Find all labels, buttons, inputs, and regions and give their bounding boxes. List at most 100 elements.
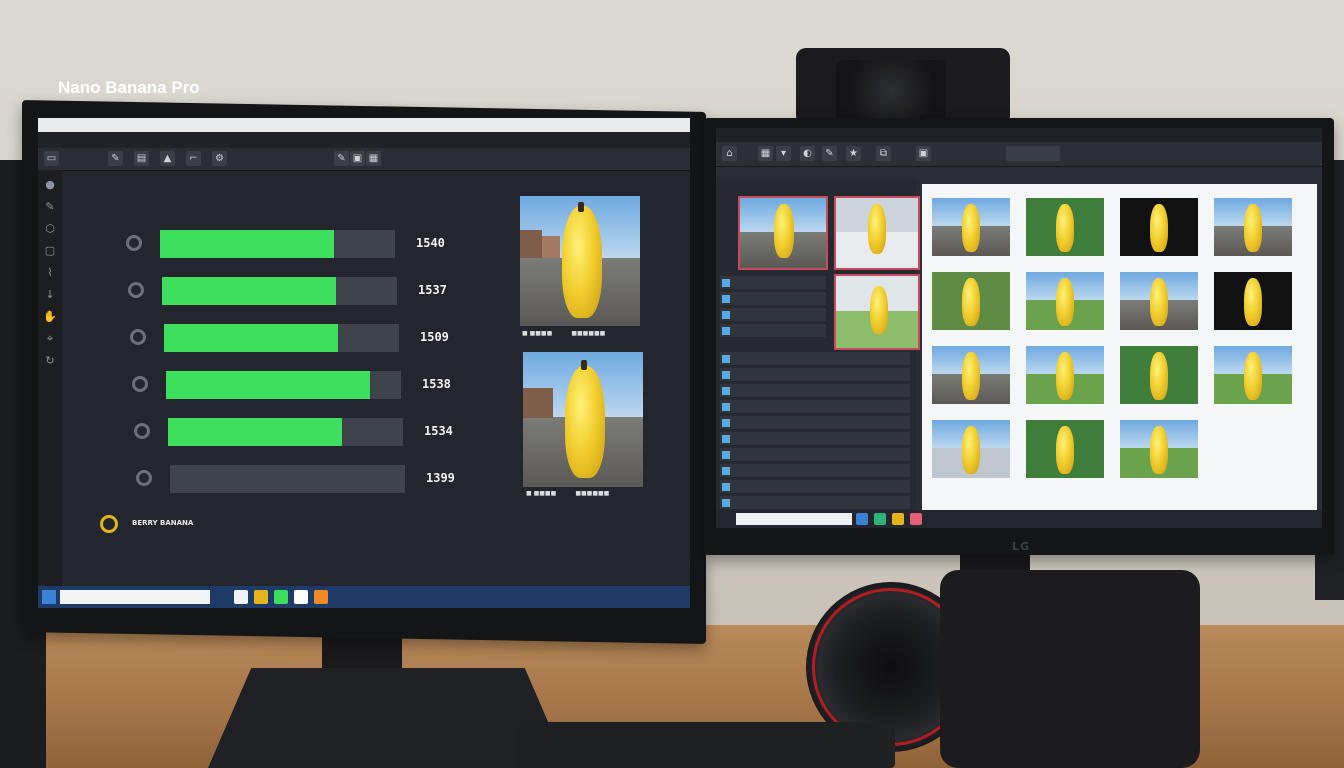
gallery-thumb[interactable] (1214, 198, 1292, 256)
gallery-thumb[interactable] (932, 272, 1010, 330)
pen-icon[interactable]: ✎ (108, 151, 123, 166)
pin-icon[interactable]: ⌖ (43, 332, 57, 346)
bar-radio-button[interactable] (126, 235, 142, 251)
filmstrip-thumb-3[interactable] (834, 274, 920, 350)
window-titlebar (38, 118, 690, 132)
edit-icon[interactable]: ✎ (334, 151, 349, 166)
photo-caption: ■ ■■■■ ■■■■■■ (522, 330, 606, 337)
brush-icon[interactable]: ✎ (822, 146, 837, 161)
filmstrip-panel (716, 180, 920, 510)
gallery-thumb[interactable] (1120, 272, 1198, 330)
image-icon[interactable]: ▦ (366, 151, 381, 166)
bar-fill (168, 418, 342, 446)
frame-icon[interactable]: ▢ (43, 244, 57, 258)
bar-value: 1540 (416, 236, 445, 250)
shape-icon[interactable]: ⬡ (43, 222, 57, 236)
app-icon[interactable] (874, 513, 886, 525)
gallery-thumb[interactable] (1026, 346, 1104, 404)
bar-radio-button[interactable] (136, 470, 152, 486)
bar-radio-button[interactable] (130, 329, 146, 345)
rotate-icon[interactable]: ↻ (43, 354, 57, 368)
clip-icon[interactable]: ⌇ (43, 266, 57, 280)
browser-icon[interactable] (294, 590, 308, 604)
bar-radio-button[interactable] (132, 376, 148, 392)
settings-icon[interactable]: ⚙ (212, 151, 227, 166)
photos-icon[interactable] (314, 590, 328, 604)
bar-radio-button[interactable] (128, 282, 144, 298)
bar-row: 1537 (128, 277, 458, 307)
toolbar-icon[interactable]: ▭ (44, 151, 59, 166)
star-icon[interactable]: ★ (846, 146, 861, 161)
filter-icon[interactable]: ▾ (776, 146, 791, 161)
gallery-thumb[interactable] (1120, 198, 1198, 256)
list-item[interactable] (720, 384, 910, 397)
list-item[interactable] (720, 352, 910, 365)
crop-icon[interactable]: ⌐ (186, 151, 201, 166)
list-item[interactable] (720, 496, 910, 509)
circle-icon[interactable]: ● (43, 178, 57, 192)
bar-fill (164, 324, 338, 352)
gallery-thumb[interactable] (1120, 346, 1198, 404)
app-icon[interactable] (234, 590, 248, 604)
warning-icon[interactable]: ▲ (160, 151, 175, 166)
bar-value: 1509 (420, 330, 449, 344)
list-item[interactable] (720, 480, 910, 493)
document-icon[interactable]: ▤ (134, 151, 149, 166)
list-item[interactable] (720, 400, 910, 413)
hand-icon[interactable]: ✋ (43, 310, 57, 324)
app-icon[interactable] (910, 513, 922, 525)
banana-photo-2[interactable] (523, 352, 643, 487)
bar-radio-button[interactable] (134, 423, 150, 439)
filmstrip-thumb-2[interactable] (834, 196, 920, 270)
app-title: Nano Banana Pro (58, 78, 200, 97)
photo-gallery (922, 184, 1317, 514)
gallery-thumb[interactable] (932, 346, 1010, 404)
camera-body (940, 570, 1200, 768)
taskbar-search[interactable] (60, 590, 210, 604)
gallery-thumb[interactable] (1026, 198, 1104, 256)
left-screen: ▭ ✎ ▤ ▲ ⌐ ⚙ ✎ ▣ ▦ ● ✎ ⬡ ▢ ⌇ ↓ ✋ ⌖ ↻ ■ ■■… (38, 118, 690, 608)
keyboard (515, 722, 895, 768)
store-icon[interactable] (274, 590, 288, 604)
grid-view-icon[interactable]: ▣ (916, 146, 931, 161)
gallery-thumb[interactable] (932, 420, 1010, 478)
download-icon[interactable]: ↓ (43, 288, 57, 302)
gallery-thumb[interactable] (1214, 346, 1292, 404)
list-item[interactable] (720, 416, 910, 429)
brush-icon[interactable]: ✎ (43, 200, 57, 214)
view-mode-button[interactable] (1006, 146, 1060, 161)
list-item[interactable] (720, 276, 826, 289)
list-item[interactable] (720, 324, 826, 337)
list-item[interactable] (720, 464, 910, 477)
menu-bar (38, 132, 690, 148)
app-icon[interactable] (856, 513, 868, 525)
list-item[interactable] (720, 448, 910, 461)
gallery-thumb[interactable] (1120, 420, 1198, 478)
list-item[interactable] (720, 368, 910, 381)
toolbar: ▭ ✎ ▤ ▲ ⌐ ⚙ ✎ ▣ ▦ (38, 148, 690, 171)
filmstrip-thumb-1[interactable] (738, 196, 828, 270)
gallery-thumb[interactable] (932, 198, 1010, 256)
bar-track (166, 371, 401, 399)
banana-photo-1[interactable] (520, 196, 640, 326)
gallery-thumb[interactable] (1026, 420, 1104, 478)
color-icon[interactable]: ◐ (800, 146, 815, 161)
taskbar-search[interactable] (736, 513, 852, 525)
list-item[interactable] (720, 308, 826, 321)
grid-icon[interactable]: ▦ (758, 146, 773, 161)
layers-icon[interactable]: ▣ (350, 151, 365, 166)
bar-track (170, 465, 405, 493)
taskbar (716, 510, 1322, 528)
toolbar: ⌂ ▦ ▾ ◐ ✎ ★ ⧉ ▣ (716, 142, 1322, 167)
gallery-thumb[interactable] (1026, 272, 1104, 330)
right-monitor-logo: LG (1012, 540, 1031, 553)
compare-icon[interactable]: ⧉ (876, 146, 891, 161)
home-icon[interactable]: ⌂ (722, 146, 737, 161)
list-item[interactable] (720, 432, 910, 445)
folder-icon[interactable] (892, 513, 904, 525)
folder-icon[interactable] (254, 590, 268, 604)
gallery-thumb[interactable] (1214, 272, 1292, 330)
list-item[interactable] (720, 292, 826, 305)
left-monitor-base (208, 668, 568, 768)
start-icon[interactable] (42, 590, 56, 604)
